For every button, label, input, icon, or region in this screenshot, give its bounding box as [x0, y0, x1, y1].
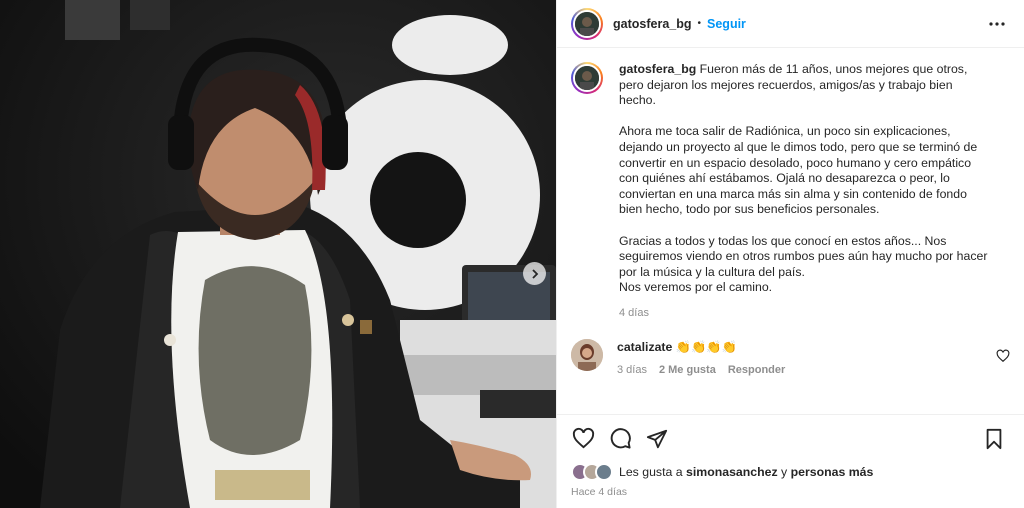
next-image-button[interactable] — [523, 262, 546, 285]
liker-avatar — [595, 463, 613, 481]
comment: catalizate 👏👏👏👏 3 días 2 Me gusta Respon… — [571, 338, 1010, 376]
comment-text: 👏👏👏👏 — [675, 339, 738, 354]
separator-dot: • — [697, 18, 702, 29]
reply-button[interactable]: Responder — [728, 364, 785, 376]
caption-paragraph-4: Nos veremos por el camino. — [619, 280, 773, 295]
post-date[interactable]: Hace 4 días — [557, 482, 1024, 508]
comment-like-heart-icon[interactable] — [996, 349, 1010, 363]
post-image[interactable] — [0, 0, 556, 508]
liker-avatars[interactable] — [571, 463, 613, 481]
author-username[interactable]: gatosfera_bg — [613, 17, 692, 31]
save-button[interactable] — [982, 427, 1006, 451]
instagram-post: gatosfera_bg • Seguir gatosfera_bg Fuero… — [0, 0, 1024, 508]
post-side-panel: gatosfera_bg • Seguir gatosfera_bg Fuero… — [556, 0, 1024, 508]
comment-time[interactable]: 3 días — [617, 364, 647, 376]
commenter-username[interactable]: catalizate — [617, 340, 672, 354]
chevron-right-icon — [531, 268, 538, 279]
comment-button[interactable] — [608, 427, 632, 451]
author-avatar-image — [575, 11, 599, 36]
likes-prefix: Les gusta a — [619, 465, 683, 479]
author-avatar[interactable] — [571, 7, 603, 40]
likes-connector: y — [781, 465, 788, 479]
caption-avatar[interactable] — [571, 62, 603, 94]
follow-button[interactable]: Seguir — [707, 17, 746, 31]
caption-avatar-image — [575, 66, 599, 90]
commenter-avatar[interactable] — [571, 338, 603, 371]
caption-time[interactable]: 4 días — [619, 306, 991, 322]
caption-body: gatosfera_bg Fueron más de 11 años, unos… — [619, 62, 991, 322]
caption: gatosfera_bg Fueron más de 11 años, unos… — [571, 62, 1010, 322]
liker-username[interactable]: simonasanchez — [686, 465, 778, 479]
comments-section[interactable]: gatosfera_bg Fueron más de 11 años, unos… — [557, 48, 1024, 414]
paper-plane-icon — [646, 429, 668, 448]
more-options-button[interactable] — [986, 13, 1008, 35]
bookmark-icon — [986, 428, 1002, 449]
caption-paragraph-2: Ahora me toca salir de Radiónica, un poc… — [619, 124, 978, 217]
likes-summary: Les gusta a simonasanchez y personas más — [557, 462, 1024, 482]
heart-icon — [572, 427, 594, 449]
action-bar — [557, 414, 1024, 462]
photo-illustration — [0, 0, 556, 508]
caption-paragraph-3: Gracias a todos y todas los que conocí e… — [619, 233, 988, 279]
share-button[interactable] — [645, 427, 669, 451]
comment-likes[interactable]: 2 Me gusta — [659, 364, 716, 376]
caption-username[interactable]: gatosfera_bg — [619, 62, 696, 76]
like-button[interactable] — [571, 427, 595, 451]
post-header: gatosfera_bg • Seguir — [557, 0, 1024, 48]
commenter-avatar-image — [571, 338, 603, 371]
likes-others-link[interactable]: personas más — [791, 465, 874, 479]
more-horizontal-icon — [989, 21, 1005, 26]
comment-bubble-icon — [610, 428, 631, 449]
